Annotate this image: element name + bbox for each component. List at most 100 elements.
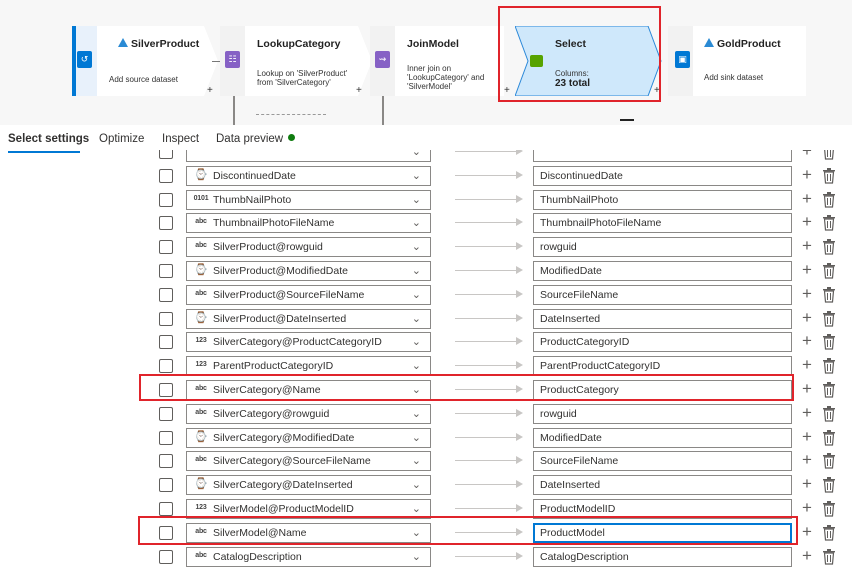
tab-optimize[interactable]: Optimize (99, 133, 144, 145)
trash-icon[interactable] (822, 150, 836, 160)
row-checkbox[interactable] (159, 311, 173, 326)
tab-inspect[interactable]: Inspect (162, 133, 199, 145)
row-checkbox[interactable] (159, 192, 173, 207)
source-column-select[interactable]: abc SilverProduct@rowguid ⌄ (186, 237, 431, 258)
target-column-input[interactable]: ThumbNailPhoto (533, 189, 792, 210)
source-column-select[interactable]: ⌄ (186, 150, 431, 162)
add-transform-button[interactable]: + (356, 85, 362, 96)
add-mapping-button[interactable]: + (802, 475, 812, 493)
source-column-name: SilverCategory@ProductCategoryID (213, 336, 382, 349)
source-column-select[interactable]: 0101 ThumbNailPhoto ⌄ (186, 189, 431, 210)
source-column-select[interactable]: abc SilverProduct@SourceFileName ⌄ (186, 284, 431, 305)
tab-select-settings[interactable]: Select settings (8, 133, 89, 145)
add-mapping-button[interactable]: + (802, 261, 812, 279)
source-column-select[interactable]: ⌚ SilverCategory@ModifiedDate ⌄ (186, 427, 431, 448)
tab-data-preview[interactable]: Data preview (216, 133, 296, 145)
target-column-input[interactable]: DateInserted (533, 475, 792, 496)
target-column-input[interactable]: rowguid (533, 237, 792, 258)
add-mapping-button[interactable]: + (802, 403, 812, 422)
trash-icon[interactable] (822, 310, 836, 327)
node-subtitle: Add source dataset (109, 75, 178, 84)
target-column-input[interactable]: ThumbnailPhotoFileName (533, 213, 792, 234)
source-column-select[interactable]: abc SilverCategory@rowguid ⌄ (186, 403, 431, 424)
row-checkbox[interactable] (159, 216, 173, 231)
target-column-input[interactable]: SourceFileName (533, 451, 792, 472)
row-checkbox[interactable] (159, 502, 173, 516)
target-column-input[interactable]: SourceFileName (533, 284, 792, 305)
string-type-icon: abc (195, 408, 207, 416)
target-column-input[interactable]: DateInserted (533, 308, 792, 329)
trash-icon[interactable] (822, 191, 836, 208)
trash-icon[interactable] (822, 524, 836, 541)
row-checkbox[interactable] (159, 287, 173, 302)
source-column-select[interactable]: ⌚ SilverProduct@ModifiedDate ⌄ (186, 261, 431, 281)
trash-icon[interactable] (822, 286, 836, 303)
source-column-select[interactable]: 123 SilverCategory@ProductCategoryID ⌄ (186, 332, 431, 353)
string-type-icon: abc (195, 218, 207, 226)
trash-icon[interactable] (822, 429, 836, 446)
add-mapping-button[interactable]: + (802, 237, 812, 255)
node-goldproduct[interactable]: ▣ GoldProduct Add sink dataset (668, 26, 806, 96)
trash-icon[interactable] (822, 548, 836, 565)
row-checkbox[interactable] (159, 335, 173, 350)
row-checkbox[interactable] (159, 430, 173, 445)
trash-icon[interactable] (822, 358, 836, 374)
row-checkbox[interactable] (159, 454, 173, 469)
node-lookupcategory[interactable]: ☷ LookupCategory Lookup on 'SilverProduc… (220, 26, 358, 96)
trash-icon[interactable] (822, 263, 836, 279)
row-checkbox[interactable] (159, 168, 173, 183)
trash-icon[interactable] (822, 382, 836, 398)
target-column-input[interactable]: ModifiedDate (533, 261, 792, 281)
trash-icon[interactable] (822, 405, 836, 422)
add-mapping-button[interactable]: + (802, 165, 812, 184)
add-mapping-button[interactable]: + (802, 499, 812, 517)
add-mapping-button[interactable]: + (802, 308, 812, 327)
target-column-input[interactable] (533, 150, 792, 162)
add-mapping-button[interactable]: + (802, 150, 812, 160)
row-checkbox[interactable] (159, 359, 173, 374)
trash-icon[interactable] (822, 501, 836, 517)
resize-handle[interactable] (620, 119, 634, 121)
source-column-select[interactable]: abc ThumbnailPhotoFileName ⌄ (186, 213, 431, 234)
source-column-select[interactable]: ⌚ SilverCategory@DateInserted ⌄ (186, 475, 431, 496)
add-mapping-button[interactable]: + (802, 546, 812, 565)
target-column-input[interactable]: CatalogDescription (533, 546, 792, 567)
row-checkbox[interactable] (159, 264, 173, 278)
mapping-row: abc ThumbnailPhotoFileName ⌄ ThumbnailPhoto… (0, 211, 852, 235)
integer-type-icon: 123 (195, 504, 207, 511)
source-column-select[interactable]: abc SilverCategory@SourceFileName ⌄ (186, 451, 431, 472)
target-column-input[interactable]: rowguid (533, 403, 792, 424)
trash-icon[interactable] (822, 453, 836, 469)
trash-icon[interactable] (822, 239, 836, 255)
target-column-input[interactable]: ProductCategoryID (533, 332, 792, 353)
add-mapping-button[interactable]: + (802, 427, 812, 446)
row-checkbox[interactable] (159, 549, 173, 564)
source-column-select[interactable]: abc CatalogDescription ⌄ (186, 546, 431, 567)
add-mapping-button[interactable]: + (802, 356, 812, 374)
add-mapping-button[interactable]: + (802, 189, 812, 208)
trash-icon[interactable] (822, 215, 836, 231)
trash-icon[interactable] (822, 334, 836, 350)
date-type-icon: ⌚ (194, 168, 208, 181)
node-silverproduct[interactable]: ↺ SilverProduct Add source dataset (72, 26, 204, 96)
node-joinmodel[interactable]: ⇝ JoinModel Inner join on 'LookupCategor… (370, 26, 504, 96)
add-mapping-button[interactable]: + (802, 451, 812, 469)
add-mapping-button[interactable]: + (802, 380, 812, 398)
row-checkbox[interactable] (159, 240, 173, 255)
mapping-row: abc SilverCategory@rowguid ⌄ rowguid + (0, 402, 852, 426)
row-checkbox[interactable] (159, 150, 173, 159)
row-checkbox[interactable] (159, 478, 173, 493)
add-mapping-button[interactable]: + (802, 284, 812, 303)
column-mapping-grid: ⌄ + ⌚ DiscontinuedDate ⌄ DiscontinuedDate +010… (0, 150, 852, 568)
source-column-select[interactable]: ⌚ SilverProduct@DateInserted ⌄ (186, 308, 431, 329)
source-column-select[interactable]: ⌚ DiscontinuedDate ⌄ (186, 165, 431, 186)
trash-icon[interactable] (822, 477, 836, 493)
target-column-input[interactable]: DiscontinuedDate (533, 165, 792, 186)
add-mapping-button[interactable]: + (802, 213, 812, 231)
add-mapping-button[interactable]: + (802, 522, 812, 541)
row-checkbox[interactable] (159, 406, 173, 421)
add-transform-button[interactable]: + (207, 85, 213, 96)
trash-icon[interactable] (822, 167, 836, 184)
add-mapping-button[interactable]: + (802, 332, 812, 350)
target-column-input[interactable]: ModifiedDate (533, 427, 792, 448)
